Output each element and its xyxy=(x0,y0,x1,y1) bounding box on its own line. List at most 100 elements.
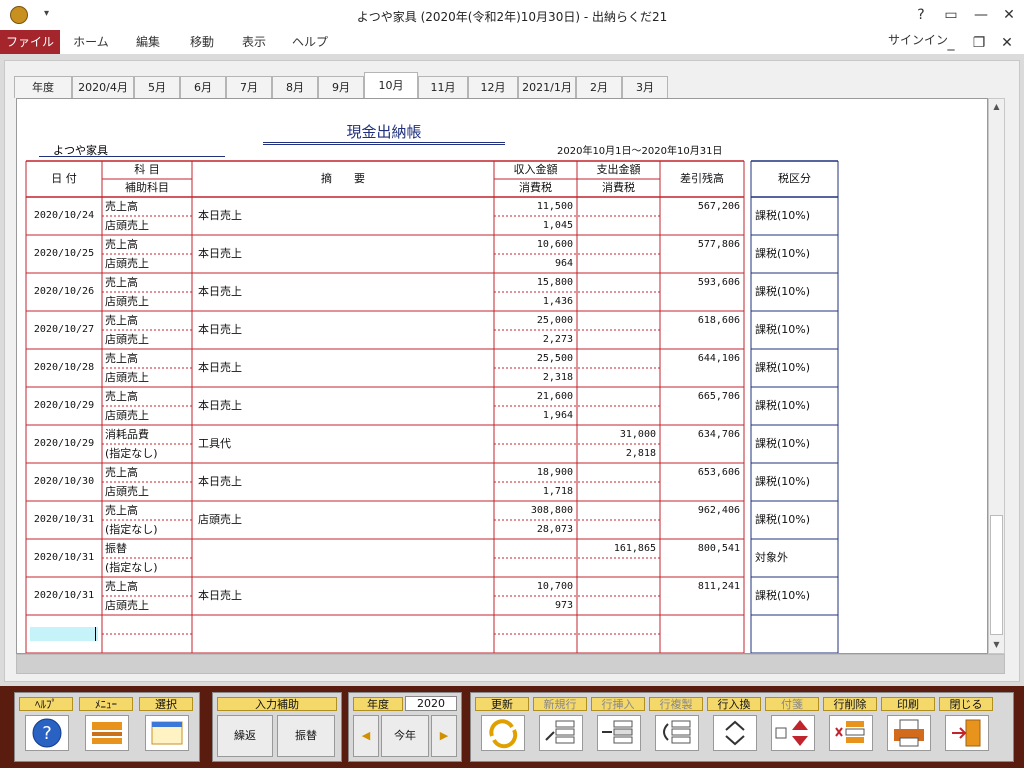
row-income-tax[interactable]: 1,045 xyxy=(496,216,573,235)
row-balance[interactable]: 593,606 xyxy=(662,273,740,292)
row-tax-class[interactable]: 課税(10%) xyxy=(755,387,836,425)
row-income-tax[interactable]: 1,964 xyxy=(496,406,573,425)
row-balance[interactable]: 634,706 xyxy=(662,425,740,444)
copy-row-button[interactable]: 行複製 xyxy=(649,695,703,761)
row-summary[interactable]: 本日売上 xyxy=(198,577,492,615)
row-account[interactable]: 消耗品費 xyxy=(105,425,191,444)
row-income[interactable] xyxy=(496,539,573,558)
date-input-cell[interactable] xyxy=(30,627,98,641)
row-expense-tax[interactable] xyxy=(579,558,656,577)
row-expense-tax[interactable] xyxy=(579,406,656,425)
scroll-up-icon[interactable]: ▲ xyxy=(989,99,1004,115)
swap-row-button[interactable]: 行入換 xyxy=(707,695,761,761)
year-value-field[interactable]: 2020 xyxy=(405,696,457,711)
delete-row-button[interactable]: 行削除 xyxy=(823,695,877,761)
row-balance[interactable]: 653,606 xyxy=(662,463,740,482)
close-button[interactable]: 閉じる xyxy=(939,695,993,761)
vertical-scrollbar[interactable]: ▲ ▼ xyxy=(988,98,1005,654)
row-summary[interactable]: 本日売上 xyxy=(198,235,492,273)
row-date[interactable]: 2020/10/29 xyxy=(26,425,102,463)
window-maximize-button[interactable]: — xyxy=(970,4,992,26)
row-income[interactable]: 308,800 xyxy=(496,501,573,520)
help-icon[interactable]: ? xyxy=(910,4,932,26)
row-date[interactable]: 2020/10/31 xyxy=(26,539,102,577)
row-balance[interactable]: 618,606 xyxy=(662,311,740,330)
tab-4[interactable]: 7月 xyxy=(226,76,272,98)
row-expense[interactable] xyxy=(579,387,656,406)
menu-view[interactable]: 表示 xyxy=(230,30,278,54)
row-balance[interactable]: 665,706 xyxy=(662,387,740,406)
row-sub-account[interactable]: 店頭売上 xyxy=(105,330,191,349)
row-sub-account[interactable]: 店頭売上 xyxy=(105,254,191,273)
tab-8[interactable]: 11月 xyxy=(418,76,468,98)
row-expense[interactable] xyxy=(579,349,656,368)
row-income[interactable]: 10,700 xyxy=(496,577,573,596)
menu-file[interactable]: ファイル xyxy=(0,30,60,54)
row-account[interactable]: 振替 xyxy=(105,539,191,558)
row-balance[interactable]: 644,106 xyxy=(662,349,740,368)
row-expense-tax[interactable] xyxy=(579,596,656,615)
inner-minimize-button[interactable]: _ xyxy=(940,32,962,54)
tab-9[interactable]: 12月 xyxy=(468,76,518,98)
row-account[interactable]: 売上高 xyxy=(105,197,191,216)
scroll-thumb[interactable] xyxy=(990,515,1003,635)
row-expense[interactable] xyxy=(579,311,656,330)
row-income[interactable]: 11,500 xyxy=(496,197,573,216)
row-date[interactable]: 2020/10/25 xyxy=(26,235,102,273)
menu-home[interactable]: ホーム xyxy=(66,30,116,54)
row-income[interactable]: 25,000 xyxy=(496,311,573,330)
tab-6[interactable]: 9月 xyxy=(318,76,364,98)
row-expense[interactable] xyxy=(579,273,656,292)
row-income-tax[interactable]: 964 xyxy=(496,254,573,273)
row-tax-class[interactable]: 課税(10%) xyxy=(755,501,836,539)
row-expense-tax[interactable] xyxy=(579,254,656,273)
row-income-tax[interactable] xyxy=(496,444,573,463)
row-income[interactable] xyxy=(496,425,573,444)
signin-link[interactable]: サインイン xyxy=(888,30,948,50)
row-income[interactable]: 18,900 xyxy=(496,463,573,482)
row-expense[interactable]: 161,865 xyxy=(579,539,656,558)
row-account[interactable]: 売上高 xyxy=(105,235,191,254)
row-balance[interactable]: 962,406 xyxy=(662,501,740,520)
row-balance[interactable]: 811,241 xyxy=(662,577,740,596)
row-summary[interactable] xyxy=(198,539,492,577)
row-balance[interactable]: 567,206 xyxy=(662,197,740,216)
row-sub-account[interactable]: 店頭売上 xyxy=(105,596,191,615)
row-account[interactable]: 売上高 xyxy=(105,311,191,330)
select-button[interactable]: 選択 xyxy=(139,695,193,761)
row-expense-tax[interactable] xyxy=(579,292,656,311)
row-tax-class[interactable]: 課税(10%) xyxy=(755,349,836,387)
row-expense[interactable] xyxy=(579,501,656,520)
row-date[interactable]: 2020/10/24 xyxy=(26,197,102,235)
row-income-tax[interactable] xyxy=(496,558,573,577)
row-date[interactable]: 2020/10/31 xyxy=(26,501,102,539)
transfer-button[interactable]: 振替 xyxy=(277,715,335,757)
row-income-tax[interactable]: 2,273 xyxy=(496,330,573,349)
year-prev-icon[interactable]: ◀ xyxy=(353,715,379,757)
row-income[interactable]: 15,800 xyxy=(496,273,573,292)
row-tax-class[interactable]: 課税(10%) xyxy=(755,425,836,463)
row-expense-tax[interactable] xyxy=(579,368,656,387)
new-row-button[interactable]: 新規行 xyxy=(533,695,587,761)
row-expense[interactable] xyxy=(579,577,656,596)
row-tax-class[interactable]: 課税(10%) xyxy=(755,273,836,311)
row-income-tax[interactable]: 1,436 xyxy=(496,292,573,311)
row-income-tax[interactable]: 2,318 xyxy=(496,368,573,387)
row-income-tax[interactable]: 1,718 xyxy=(496,482,573,501)
row-sub-account[interactable]: 店頭売上 xyxy=(105,368,191,387)
this-year-button[interactable]: 今年 xyxy=(381,715,429,757)
sticky-note-button[interactable]: 付箋 xyxy=(765,695,819,761)
row-sub-account[interactable]: (指定なし) xyxy=(105,558,191,577)
row-income-tax[interactable]: 28,073 xyxy=(496,520,573,539)
tab-10[interactable]: 2021/1月 xyxy=(518,76,576,98)
scroll-down-icon[interactable]: ▼ xyxy=(989,637,1004,653)
row-summary[interactable]: 工具代 xyxy=(198,425,492,463)
row-expense-tax[interactable] xyxy=(579,520,656,539)
row-tax-class[interactable]: 課税(10%) xyxy=(755,197,836,235)
row-expense[interactable] xyxy=(579,197,656,216)
refresh-button[interactable]: 更新 xyxy=(475,695,529,761)
insert-row-button[interactable]: 行挿入 xyxy=(591,695,645,761)
row-expense-tax[interactable] xyxy=(579,482,656,501)
row-balance[interactable]: 577,806 xyxy=(662,235,740,254)
row-income[interactable]: 21,600 xyxy=(496,387,573,406)
